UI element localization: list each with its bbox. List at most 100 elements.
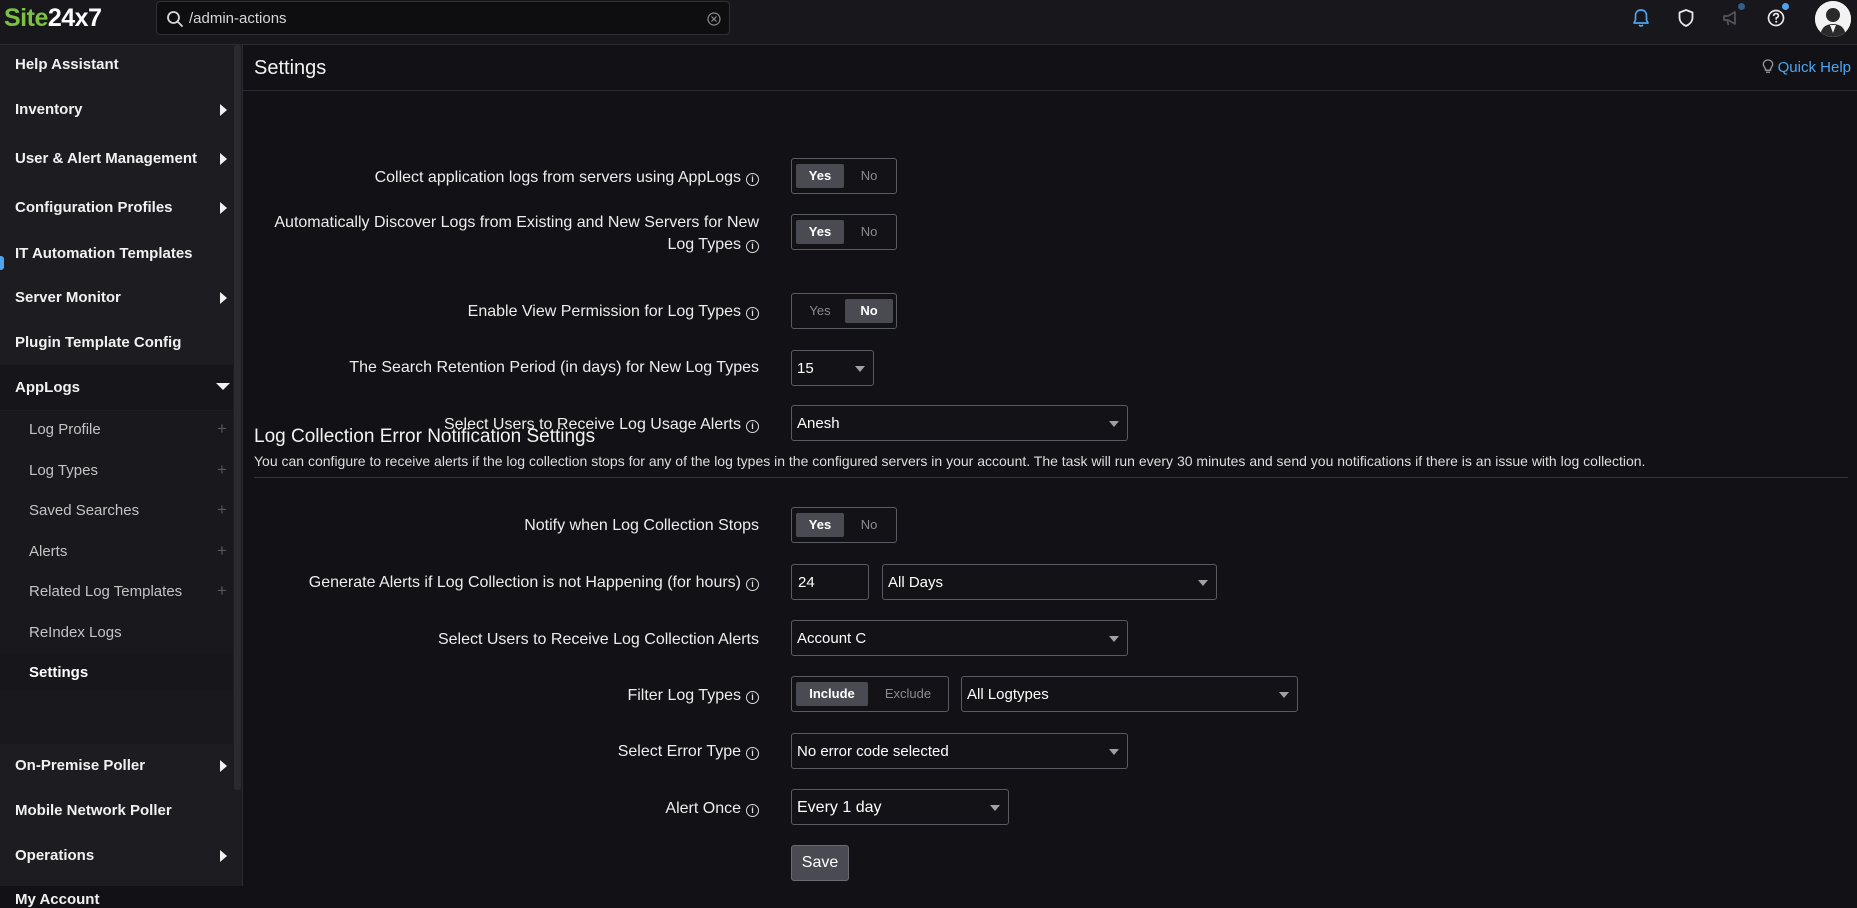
usage-alert-users-select[interactable]: Anesh bbox=[791, 405, 1128, 441]
notification-dot bbox=[1738, 3, 1745, 10]
search-box[interactable]: /admin-actions bbox=[156, 1, 730, 35]
info-icon[interactable]: i bbox=[746, 747, 759, 760]
search-icon bbox=[167, 11, 183, 27]
auto-discover-no[interactable]: No bbox=[845, 220, 893, 244]
sidebar-item-help-assistant[interactable]: Help Assistant bbox=[0, 45, 233, 85]
sidebar-item-label: User & Alert Management bbox=[15, 150, 197, 167]
collect-logs-label: Collect application logs from servers us… bbox=[199, 167, 759, 189]
auto-discover-toggle[interactable]: Yes No bbox=[791, 214, 897, 250]
quick-help-label: Quick Help bbox=[1777, 59, 1851, 76]
sidebar-item-my-account[interactable]: My Account bbox=[0, 846, 233, 908]
retention-label: The Search Retention Period (in days) fo… bbox=[349, 359, 759, 376]
plus-icon[interactable]: + bbox=[217, 460, 227, 480]
submenu-item-label: Log Types bbox=[29, 462, 98, 479]
error-type-label: Select Error Type i bbox=[199, 741, 759, 763]
alert-once-value: Every 1 day bbox=[797, 799, 882, 816]
alert-once-select[interactable]: Every 1 day bbox=[791, 789, 1009, 825]
sidebar-item-label: On-Premise Poller bbox=[15, 757, 146, 774]
include-exclude-toggle[interactable]: Include Exclude bbox=[791, 676, 949, 712]
shield-icon[interactable] bbox=[1675, 7, 1697, 29]
avatar[interactable] bbox=[1815, 1, 1851, 37]
error-type-value: No error code selected bbox=[797, 743, 949, 760]
hours-input[interactable]: 24 bbox=[791, 564, 869, 600]
collection-alert-users-value: Account C bbox=[797, 630, 867, 647]
notify-toggle[interactable]: Yes No bbox=[791, 507, 897, 543]
retention-value: 15 bbox=[797, 360, 814, 377]
view-permission-label: Enable View Permission for Log Types i bbox=[199, 301, 759, 323]
clear-icon[interactable] bbox=[707, 12, 721, 26]
caret-down-icon bbox=[1109, 636, 1119, 642]
filter-log-types-label: Filter Log Types i bbox=[199, 685, 759, 707]
generate-alerts-label: Generate Alerts if Log Collection is not… bbox=[199, 572, 759, 594]
notify-no[interactable]: No bbox=[845, 513, 893, 537]
caret-down-icon bbox=[1279, 692, 1289, 698]
quick-help-link[interactable]: Quick Help bbox=[1762, 59, 1851, 76]
help-icon[interactable] bbox=[1765, 7, 1787, 29]
sidebar-item-label: Server Monitor bbox=[15, 289, 121, 306]
collection-alert-users-label: Select Users to Receive Log Collection A… bbox=[437, 631, 759, 648]
sidebar-item-label: Mobile Network Poller bbox=[15, 802, 172, 819]
site24x7-logo[interactable]: Site24x7 bbox=[4, 4, 102, 33]
collect-logs-toggle[interactable]: Yes No bbox=[791, 158, 897, 194]
include-option[interactable]: Include bbox=[796, 682, 868, 706]
page-title: Settings bbox=[254, 57, 327, 79]
page-header: Settings Quick Help bbox=[243, 45, 1857, 91]
submenu-item-label: Log Profile bbox=[29, 421, 101, 438]
info-icon[interactable]: i bbox=[746, 307, 759, 320]
submenu-item-label: Related Log Templates bbox=[29, 583, 183, 600]
megaphone-icon[interactable] bbox=[1720, 7, 1742, 29]
info-icon[interactable]: i bbox=[746, 804, 759, 817]
notify-label: Notify when Log Collection Stops bbox=[524, 517, 759, 534]
collect-logs-yes[interactable]: Yes bbox=[796, 164, 844, 188]
notify-yes[interactable]: Yes bbox=[796, 513, 844, 537]
info-icon[interactable]: i bbox=[746, 240, 759, 253]
error-type-select[interactable]: No error code selected bbox=[791, 733, 1128, 769]
divider bbox=[254, 477, 1848, 478]
view-permission-toggle[interactable]: Yes No bbox=[791, 293, 897, 329]
view-permission-no[interactable]: No bbox=[845, 299, 893, 323]
retention-select[interactable]: 15 bbox=[791, 350, 874, 386]
auto-discover-yes[interactable]: Yes bbox=[796, 220, 844, 244]
submenu-item-label: Alerts bbox=[29, 543, 68, 560]
plus-icon[interactable]: + bbox=[217, 541, 227, 561]
sidebar-item-label: AppLogs bbox=[15, 379, 80, 396]
caret-down-icon bbox=[1109, 749, 1119, 755]
view-permission-yes[interactable]: Yes bbox=[796, 299, 844, 323]
collect-logs-no[interactable]: No bbox=[845, 164, 893, 188]
sidebar-item-label: Configuration Profiles bbox=[15, 199, 173, 216]
caret-down-icon bbox=[1109, 421, 1119, 427]
logtypes-select[interactable]: All Logtypes bbox=[961, 676, 1298, 712]
alert-once-label: Alert Once i bbox=[199, 798, 759, 820]
sidebar-item-label: Inventory bbox=[15, 101, 83, 118]
days-select[interactable]: All Days bbox=[882, 564, 1217, 600]
search-input[interactable]: /admin-actions bbox=[189, 10, 287, 27]
collection-alert-users-select[interactable]: Account C bbox=[791, 620, 1128, 656]
main-content: Settings Quick Help Collect application … bbox=[243, 45, 1857, 886]
submenu-item-label: Saved Searches bbox=[29, 502, 140, 519]
sidebar-item-label: IT Automation Templates bbox=[15, 245, 193, 262]
exclude-option[interactable]: Exclude bbox=[872, 682, 944, 706]
sidebar-item-inventory[interactable]: Inventory bbox=[0, 90, 233, 130]
save-button[interactable]: Save bbox=[791, 845, 849, 881]
info-icon[interactable]: i bbox=[746, 578, 759, 591]
usage-alert-users-value: Anesh bbox=[797, 415, 840, 432]
submenu-item-label: ReIndex Logs bbox=[29, 624, 122, 641]
caret-down-icon bbox=[1198, 580, 1208, 586]
info-icon[interactable]: i bbox=[746, 691, 759, 704]
submenu-item-alerts[interactable]: Alerts + bbox=[0, 533, 233, 569]
sidebar-indicator bbox=[0, 256, 4, 270]
bell-icon[interactable] bbox=[1630, 7, 1652, 29]
info-icon[interactable]: i bbox=[746, 173, 759, 186]
chevron-right-icon bbox=[220, 153, 227, 165]
sidebar-item-label: Help Assistant bbox=[15, 56, 119, 73]
sidebar-item-label: Plugin Template Config bbox=[15, 334, 182, 351]
submenu-item-label: Settings bbox=[29, 664, 89, 681]
submenu-item-log-types[interactable]: Log Types + bbox=[0, 452, 233, 488]
info-icon[interactable]: i bbox=[746, 420, 759, 433]
top-bar: Site24x7 /admin-actions bbox=[0, 0, 1857, 45]
help-notification-dot bbox=[1782, 3, 1789, 10]
caret-down-icon bbox=[855, 366, 865, 372]
section-title: Log Collection Error Notification Settin… bbox=[254, 426, 596, 447]
chevron-right-icon bbox=[220, 104, 227, 116]
section-description: You can configure to receive alerts if t… bbox=[254, 453, 1646, 469]
